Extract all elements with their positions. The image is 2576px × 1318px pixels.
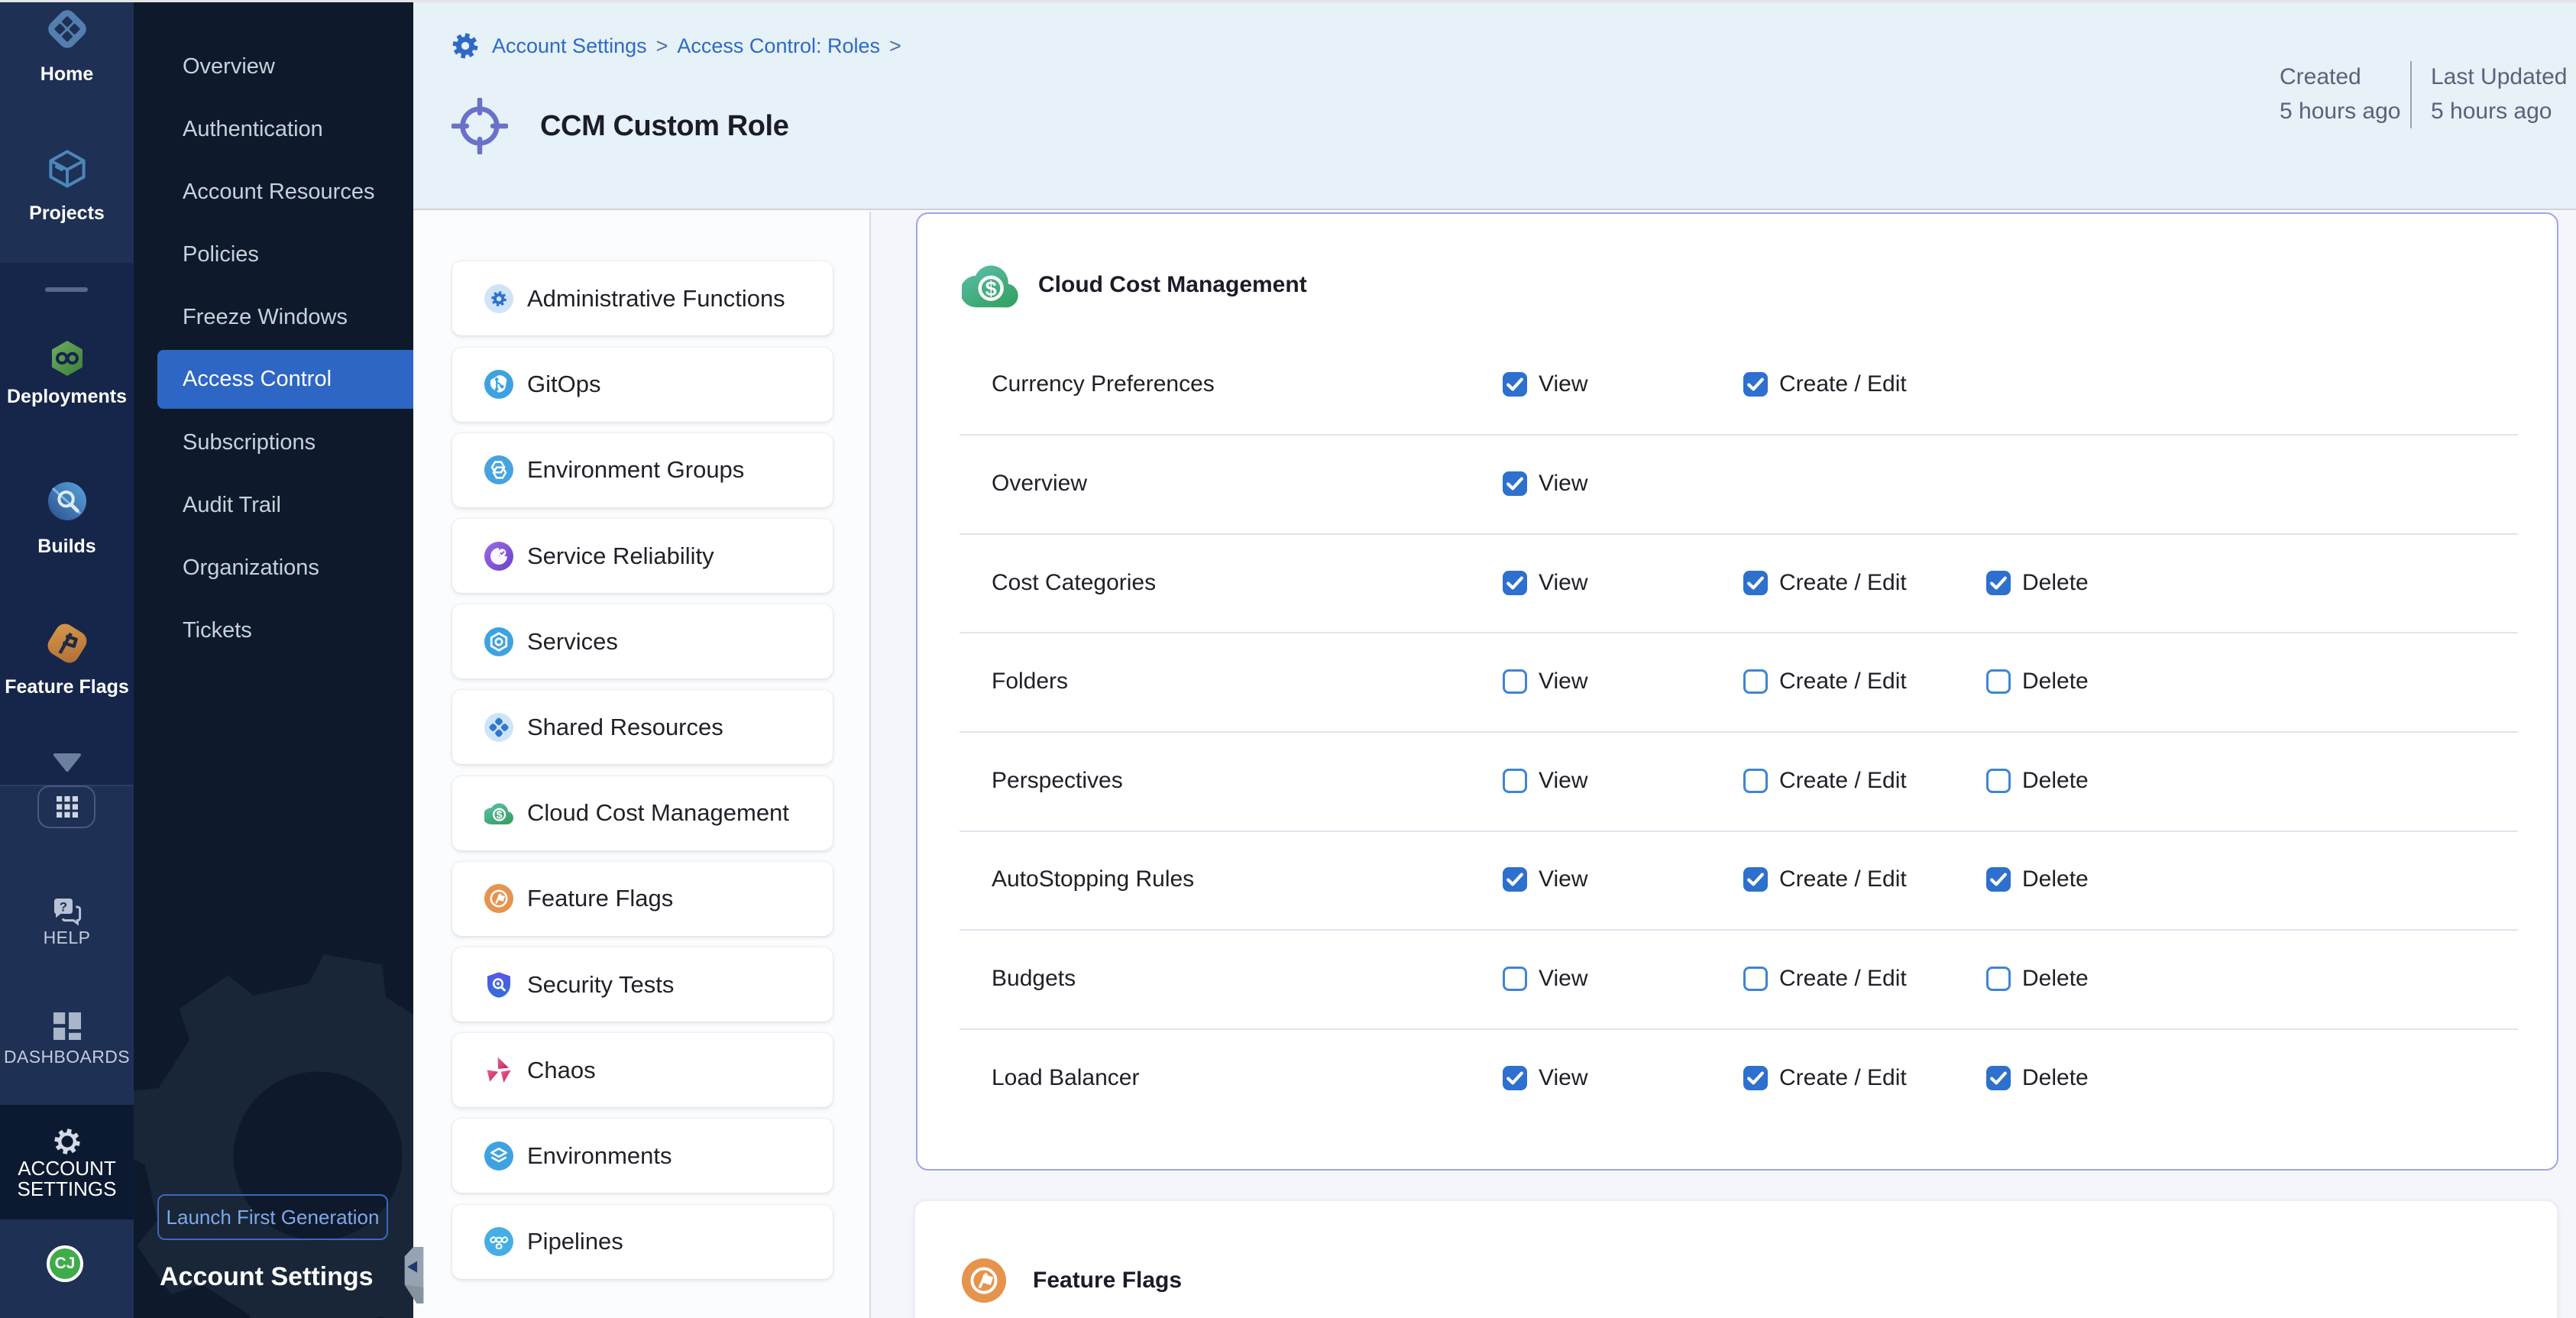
svg-text:?: ?	[59, 899, 66, 914]
svg-text:$: $	[497, 808, 503, 821]
svg-text:$: $	[985, 277, 997, 300]
